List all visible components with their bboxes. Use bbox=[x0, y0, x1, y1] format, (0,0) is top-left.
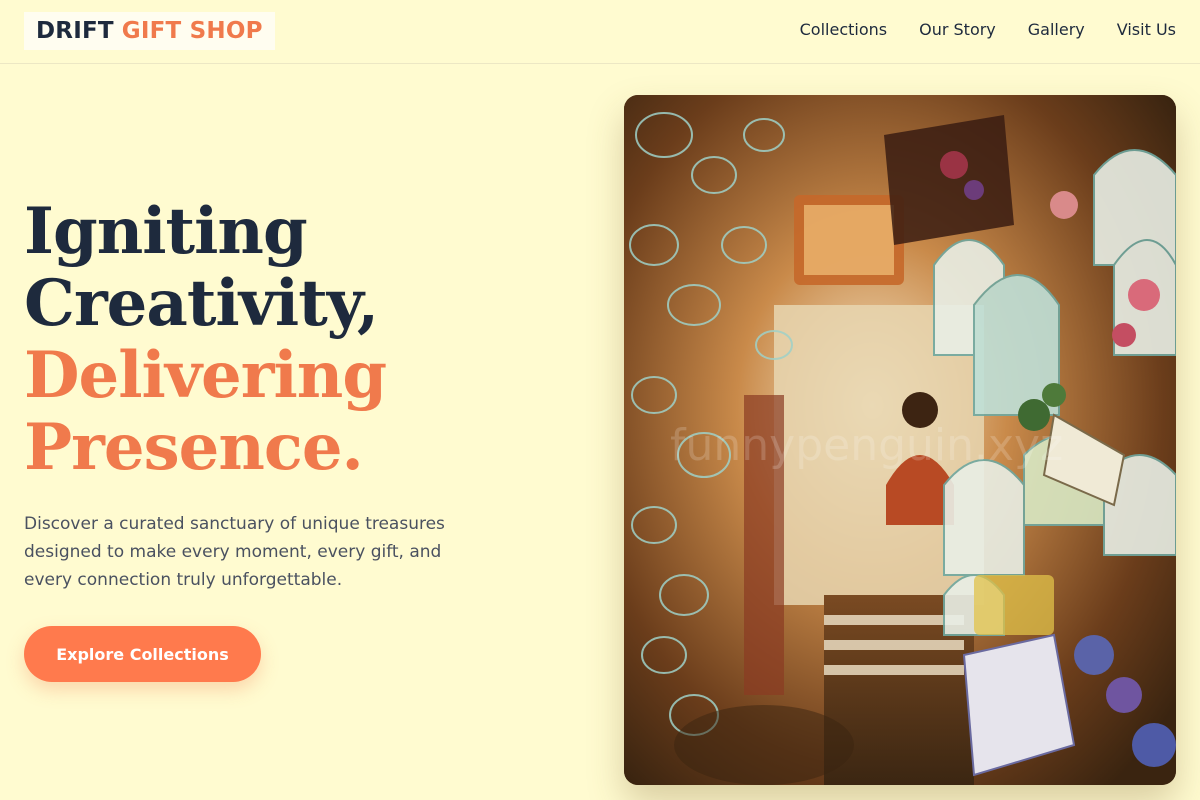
headline-line-1: Igniting bbox=[24, 194, 308, 269]
brand-name-accent: GIFT SHOP bbox=[121, 18, 263, 44]
nav-link-collections[interactable]: Collections bbox=[800, 20, 887, 39]
brand-logo[interactable]: DRIFT GIFT SHOP bbox=[24, 12, 275, 50]
gift-shop-photo bbox=[624, 95, 1176, 785]
headline-line-4: Presence. bbox=[24, 410, 364, 485]
nav-link-our-story[interactable]: Our Story bbox=[919, 20, 996, 39]
headline-line-3: Delivering bbox=[24, 338, 387, 413]
nav-link-visit-us[interactable]: Visit Us bbox=[1117, 20, 1176, 39]
brand-name-dark: DRIFT bbox=[36, 18, 114, 44]
hero-image bbox=[624, 95, 1176, 785]
site-header: DRIFT GIFT SHOP Collections Our Story Ga… bbox=[0, 0, 1200, 64]
hero-description: Discover a curated sanctuary of unique t… bbox=[24, 514, 445, 590]
nav-link-gallery[interactable]: Gallery bbox=[1028, 20, 1085, 39]
main-nav: Collections Our Story Gallery Visit Us bbox=[800, 20, 1176, 39]
headline-line-2: Creativity, bbox=[24, 266, 379, 341]
explore-collections-button[interactable]: Explore Collections bbox=[24, 626, 261, 682]
hero-headline: Igniting Creativity, Delivering Presence… bbox=[24, 196, 584, 484]
